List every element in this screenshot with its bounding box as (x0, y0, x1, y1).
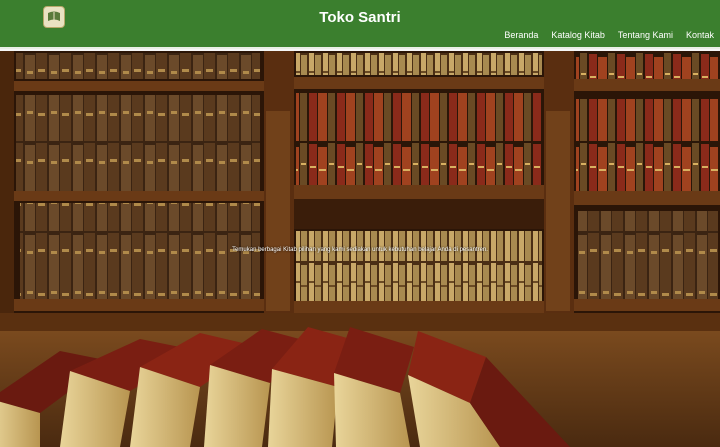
nav-link-kontak[interactable]: Kontak (686, 30, 714, 40)
hero-section: Temukan berbagai Kitab pilihan yang kami… (0, 51, 720, 447)
nav-link-tentang-kami[interactable]: Tentang Kami (618, 30, 673, 40)
navbar: Toko Santri Beranda Katalog Kitab Tentan… (0, 0, 720, 49)
nav-menu: Beranda Katalog Kitab Tentang Kami Konta… (504, 30, 714, 40)
hero-tagline: Temukan berbagai Kitab pilihan yang kami… (232, 247, 488, 253)
nav-link-katalog-kitab[interactable]: Katalog Kitab (551, 30, 605, 40)
nav-link-beranda[interactable]: Beranda (504, 30, 538, 40)
brand-title: Toko Santri (319, 9, 401, 26)
